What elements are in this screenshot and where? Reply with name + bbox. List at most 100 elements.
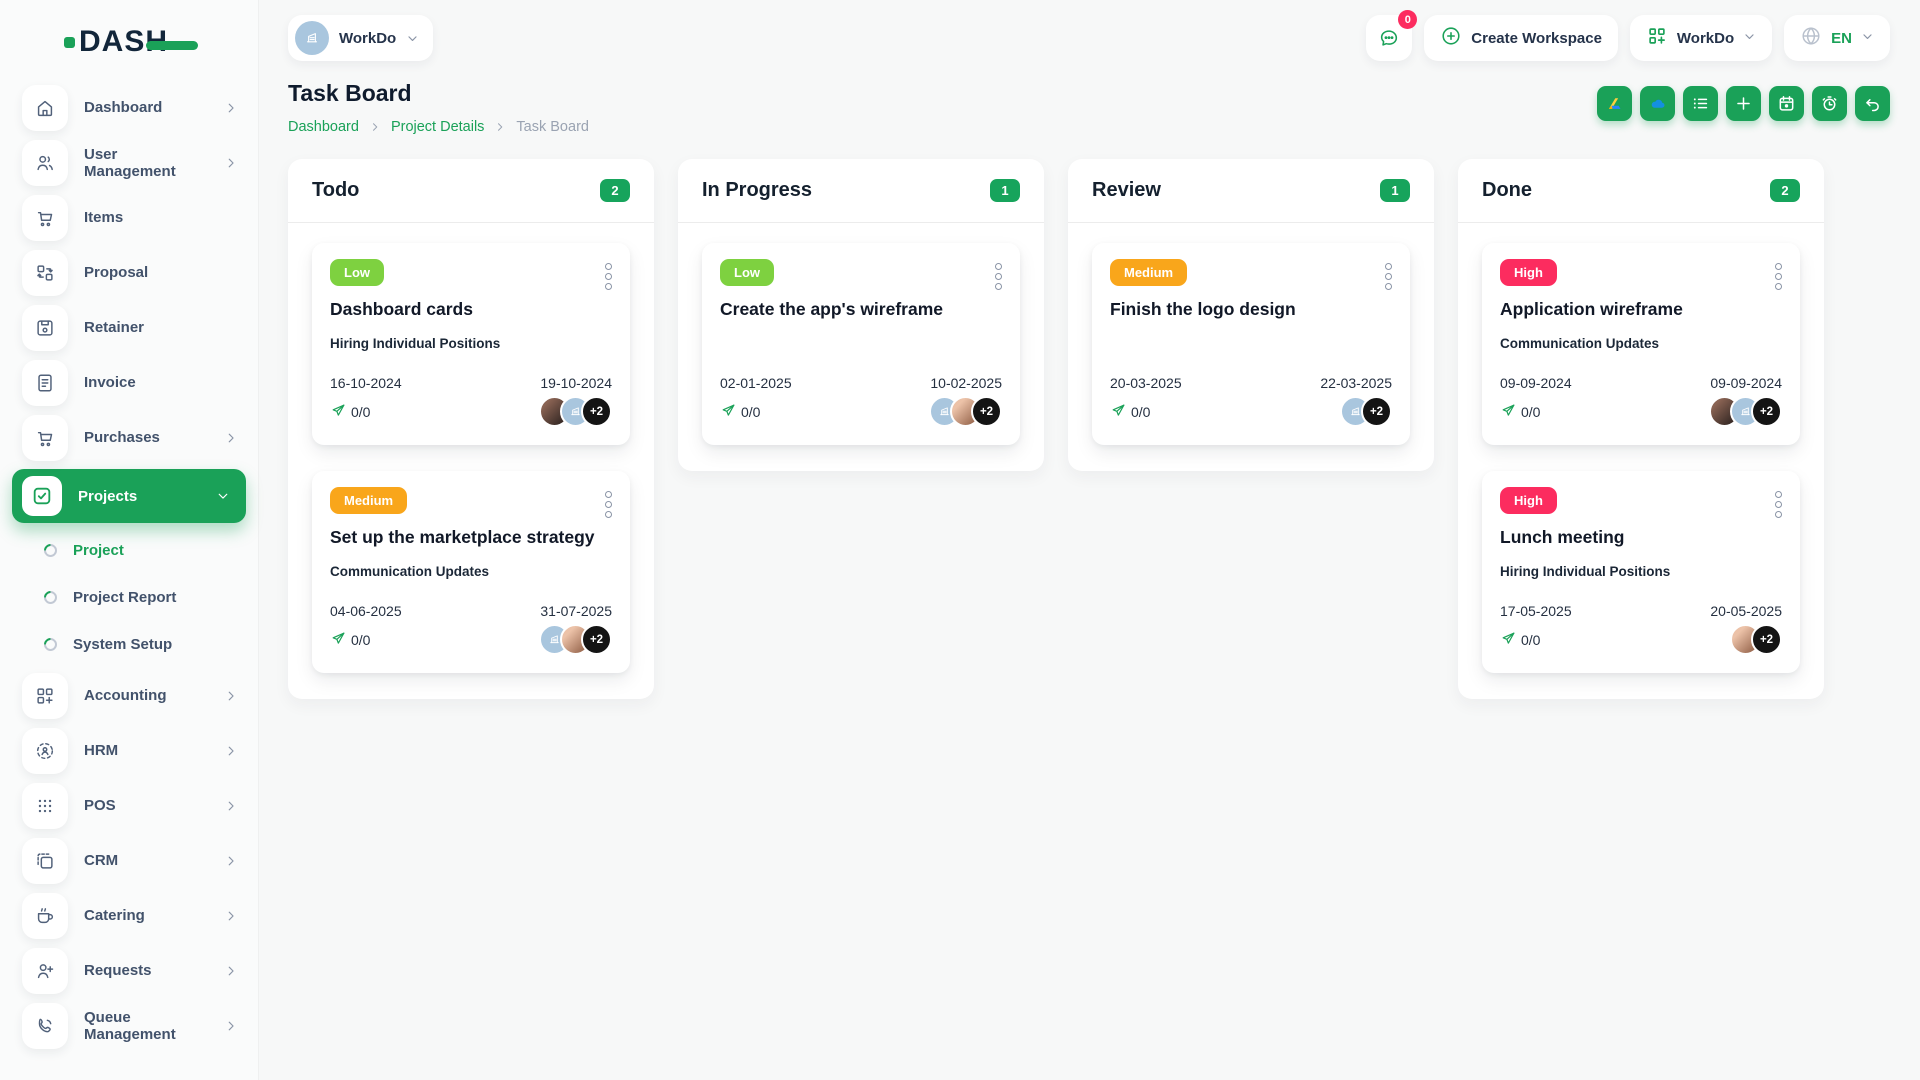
column-header: In Progress 1: [678, 159, 1044, 222]
task-progress: 0/0: [330, 630, 370, 650]
board-toolbar: [1597, 86, 1890, 121]
column-header: Todo 2: [288, 159, 654, 222]
breadcrumb-dashboard[interactable]: Dashboard: [288, 119, 359, 135]
kanban-board: Todo 2 Low Dashboard cards Hiring Individual…: [288, 159, 1890, 699]
sidebar-item-items[interactable]: Items: [0, 190, 258, 245]
task-title: Set up the marketplace strategy: [330, 527, 595, 547]
card-menu-button[interactable]: [603, 261, 614, 292]
breadcrumb-project-details[interactable]: Project Details: [391, 119, 484, 135]
task-end-date: 20-05-2025: [1710, 603, 1782, 619]
sidebar-subitem-project[interactable]: Project: [0, 527, 258, 574]
task-end-date: 09-09-2024: [1710, 375, 1782, 391]
priority-badge: High: [1500, 259, 1557, 286]
column-count-badge: 1: [1380, 179, 1410, 202]
sidebar-subitem-system-setup[interactable]: System Setup: [0, 621, 258, 668]
task-card-finish-the-logo-design[interactable]: Medium Finish the logo design 20-03-2025 22…: [1092, 243, 1410, 445]
workspace-avatar: [295, 21, 329, 55]
bullet-icon: [41, 635, 60, 654]
sidebar-item-invoice[interactable]: Invoice: [0, 355, 258, 410]
grid-plus-icon: [1646, 25, 1668, 51]
kanban-column-review: Review 1 Medium Finish the logo design 20-03…: [1068, 159, 1434, 471]
chevron-right-icon: [224, 1019, 238, 1033]
toolbar-list-button[interactable]: [1683, 86, 1718, 121]
create-workspace-button[interactable]: Create Workspace: [1424, 15, 1618, 61]
messages-button[interactable]: 0: [1366, 10, 1418, 61]
workspace-chip[interactable]: WorkDo: [288, 15, 434, 61]
card-menu-button[interactable]: [1773, 489, 1784, 520]
task-title: Create the app's wireframe: [720, 299, 943, 319]
sidebar-item-purchases[interactable]: Purchases: [0, 410, 258, 465]
workspace-menu-button[interactable]: WorkDo: [1629, 15, 1773, 61]
chat-icon: [1381, 30, 1398, 46]
card-menu-button[interactable]: [993, 261, 1004, 292]
brand-logo[interactable]: DASH: [64, 22, 258, 62]
task-title: Finish the logo design: [1110, 299, 1296, 319]
kanban-column-in-progress: In Progress 1 Low Create the app's wirefram…: [678, 159, 1044, 471]
sidebar-item-retainer[interactable]: Retainer: [0, 300, 258, 355]
task-milestone: [1110, 336, 1392, 353]
toolbar-calendar-button[interactable]: [1769, 86, 1804, 121]
task-progress: 0/0: [1500, 630, 1540, 650]
task-card-lunch-meeting[interactable]: High Lunch meeting Hiring Individual Posit…: [1482, 471, 1800, 673]
sidebar-item-label: Projects: [78, 487, 138, 505]
card-menu-button[interactable]: [1773, 261, 1784, 292]
sidebar-item-hrm[interactable]: HRM: [0, 723, 258, 778]
task-end-date: 19-10-2024: [540, 375, 612, 391]
circle-plus-icon: [1440, 25, 1462, 51]
avatar-stack: +2: [539, 396, 612, 427]
sidebar-item-accounting[interactable]: Accounting: [0, 668, 258, 723]
sidebar-item-requests[interactable]: Requests: [0, 943, 258, 998]
task-milestone: Hiring Individual Positions: [1500, 564, 1671, 579]
avatar-stack: +2: [1730, 624, 1782, 655]
card-menu-button[interactable]: [603, 489, 614, 520]
sidebar-item-label: Retainer: [84, 319, 145, 336]
task-card-dashboard-cards[interactable]: Low Dashboard cards Hiring Individual Posi…: [312, 243, 630, 445]
logo-dot-icon: [64, 36, 75, 48]
workspace-menu-label: WorkDo: [1676, 29, 1735, 47]
sidebar-item-queue-management[interactable]: Queue Management: [0, 998, 258, 1053]
task-card-set-up-the-marketplace-strategy[interactable]: Medium Set up the marketplace strategy Com…: [312, 471, 630, 673]
task-title: Lunch meeting: [1500, 527, 1625, 547]
sidebar-item-user-management[interactable]: User Management: [0, 135, 258, 190]
sidebar-item-pos[interactable]: POS: [0, 778, 258, 833]
column-title: Done: [1482, 179, 1532, 201]
sidebar-item-catering[interactable]: Catering: [0, 888, 258, 943]
sidebar-item-label: Catering: [84, 907, 145, 924]
page-header: Task Board Dashboard Project Details Task …: [288, 80, 1890, 135]
globe-icon: [1800, 25, 1822, 51]
sidebar-item-crm[interactable]: CRM: [0, 833, 258, 888]
pos-icon: [22, 782, 68, 829]
sidebar-item-label: POS: [84, 797, 116, 814]
chevron-right-icon: [224, 744, 238, 758]
column-cards: Medium Finish the logo design 20-03-2025 22…: [1068, 223, 1434, 471]
avatar-stack: +2: [539, 624, 612, 655]
messages-count-badge: 0: [1398, 10, 1418, 29]
app-window: DASH Dashboard User Management Items Propos…: [0, 0, 1920, 1080]
card-menu-button[interactable]: [1383, 261, 1394, 292]
toolbar-undo-button[interactable]: [1855, 86, 1890, 121]
task-title: Application wireframe: [1500, 299, 1683, 319]
language-selector[interactable]: EN: [1784, 15, 1890, 61]
chevron-right-icon: [224, 854, 238, 868]
toolbar-onedrive-button[interactable]: [1640, 86, 1675, 121]
priority-badge: Medium: [330, 487, 408, 514]
task-card-application-wireframe[interactable]: High Application wireframe Communication U…: [1482, 243, 1800, 445]
toolbar-timer-button[interactable]: [1812, 86, 1847, 121]
more-members-badge: +2: [1751, 624, 1782, 655]
task-card-create-the-app-s-wireframe[interactable]: Low Create the app's wireframe 02-01-2025 1…: [702, 243, 1020, 445]
sidebar-subitem-project-report[interactable]: Project Report: [0, 574, 258, 621]
topbar: WorkDo 0 Create Workspace WorkDo EN: [288, 10, 1890, 64]
sidebar-item-proposal[interactable]: Proposal: [0, 245, 258, 300]
send-icon: [1500, 630, 1517, 650]
column-cards: High Application wireframe Communication U…: [1458, 223, 1824, 699]
task-progress: 0/0: [330, 402, 370, 422]
toolbar-google-drive-button[interactable]: [1597, 86, 1632, 121]
breadcrumb-task-board: Task Board: [516, 119, 589, 135]
sidebar-item-dashboard[interactable]: Dashboard: [0, 80, 258, 135]
task-progress-value: 0/0: [351, 403, 371, 420]
sidebar-item-projects[interactable]: Projects: [12, 469, 246, 523]
priority-badge: Low: [720, 259, 774, 286]
sidebar-subitem-label: System Setup: [73, 636, 173, 653]
toolbar-plus-button[interactable]: [1726, 86, 1761, 121]
task-progress-value: 0/0: [741, 403, 761, 420]
